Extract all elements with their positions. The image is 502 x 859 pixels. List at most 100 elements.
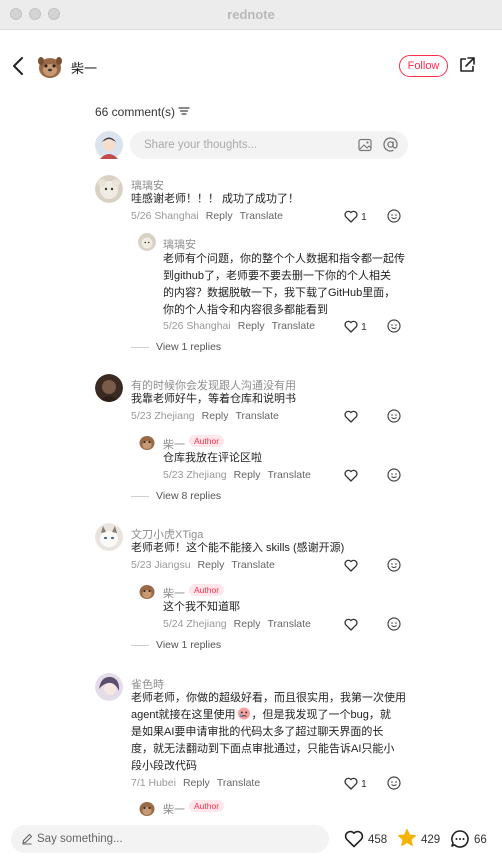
comment-date-location: 7/1 Hubei [131, 777, 176, 789]
comment-text-line: 老师老师，你做的超级好看，而且很实用，我第一次使用 [131, 692, 406, 704]
like-heart-icon[interactable] [344, 410, 358, 423]
like-heart-icon[interactable] [344, 559, 358, 572]
reaction-smile-icon[interactable] [387, 617, 401, 631]
author-reply-avatar[interactable] [138, 433, 156, 451]
avatar[interactable] [95, 523, 123, 551]
reply-date-location: 5/24 Zhejiang [163, 618, 227, 630]
pencil-icon [22, 833, 33, 845]
author-avatar[interactable] [36, 52, 64, 80]
avatar[interactable] [138, 233, 156, 251]
comment-text-segment: agent就接在这里使用 [131, 709, 236, 721]
reply-button[interactable]: Reply [234, 469, 261, 481]
reaction-smile-icon[interactable] [387, 209, 401, 223]
bottom-action-bar: Say something... 458 429 66 [0, 822, 502, 859]
comment-meta: 5/26 Shanghai Reply Translate [131, 210, 283, 222]
comments-count: 66 [474, 834, 487, 846]
comment-meta: 7/1 Hubei Reply Translate [131, 777, 260, 789]
reply-button[interactable]: Reply [234, 618, 261, 630]
reaction-smile-icon[interactable] [387, 468, 401, 482]
reaction-smile-icon[interactable] [387, 409, 401, 423]
view-replies-link[interactable]: View 1 replies [156, 341, 221, 353]
like-count: 1 [361, 778, 367, 790]
say-something-placeholder: Say something... [37, 833, 123, 845]
view-replies-link[interactable]: View 1 replies [156, 639, 221, 651]
reply-date-location: 5/23 Zhejiang [163, 469, 227, 481]
translate-button[interactable]: Translate [231, 559, 274, 571]
comment-text-line: agent就接在这里使用 ，但是我发现了一个bug，就 [131, 707, 391, 724]
divider [131, 645, 149, 646]
star-icon[interactable] [397, 828, 417, 848]
like-heart-icon[interactable] [344, 320, 358, 333]
divider [131, 347, 149, 348]
reply-text-line: 的内容？数据脱敏一下，我下载了GitHub里面， [163, 287, 396, 299]
comment-count: 66 comment(s) [95, 105, 176, 119]
reply-button[interactable]: Reply [198, 559, 225, 571]
avatar[interactable] [95, 673, 123, 701]
reply-text: 仓库我放在评论区啦 [163, 452, 262, 464]
comment-text: 老师老师！这个能不能接入 skills (感谢开源) [131, 542, 345, 554]
author-badge: Author [189, 800, 225, 812]
reply-text: 这个我不知道耶 [163, 601, 240, 613]
comment-text-line: 是如果AI要申请审批的代码太多了超过聊天界面的长 [131, 726, 384, 738]
author-reply-avatar[interactable] [138, 582, 156, 600]
divider [131, 496, 149, 497]
comment-date-location: 5/23 Jiangsu [131, 559, 191, 571]
translate-button[interactable]: Translate [236, 410, 279, 422]
reply-text-line: 你的个人指令和内容很多都能看到 [163, 304, 328, 316]
reply-author[interactable]: 柴一 [163, 801, 185, 817]
reply-meta: 5/23 Zhejiang Reply Translate [163, 469, 311, 481]
translate-button[interactable]: Translate [217, 777, 260, 789]
reply-button[interactable]: Reply [206, 210, 233, 222]
back-arrow-icon[interactable] [10, 55, 28, 77]
window-title: rednote [227, 7, 275, 22]
comment-meta: 5/23 Jiangsu Reply Translate [131, 559, 275, 571]
reaction-smile-icon[interactable] [387, 558, 401, 572]
title-bar: rednote [0, 0, 502, 30]
like-heart-icon[interactable] [344, 618, 358, 631]
share-icon[interactable] [458, 56, 476, 74]
follow-button[interactable]: Follow [399, 55, 448, 77]
like-heart-icon[interactable] [344, 829, 364, 849]
reply-meta: 5/26 Shanghai Reply Translate [163, 320, 315, 332]
author-badge: Author [189, 584, 225, 596]
reply-button[interactable]: Reply [202, 410, 229, 422]
comment-bubble-icon[interactable] [450, 829, 470, 849]
translate-button[interactable]: Translate [240, 210, 283, 222]
say-something-input[interactable]: Say something... [11, 825, 329, 853]
author-reply-avatar[interactable] [138, 799, 156, 817]
translate-button[interactable]: Translate [268, 469, 311, 481]
view-replies-link[interactable]: View 8 replies [156, 490, 221, 502]
reply-date-location: 5/26 Shanghai [163, 320, 231, 332]
share-thoughts-input[interactable]: Share your thoughts... [130, 131, 408, 159]
like-heart-icon[interactable] [344, 777, 358, 790]
like-heart-icon[interactable] [344, 469, 358, 482]
likes-count: 458 [368, 834, 388, 846]
like-heart-icon[interactable] [344, 210, 358, 223]
comment-text-line: 段小段改代码 [131, 760, 197, 772]
crying-emoji-icon [237, 707, 250, 720]
reply-button[interactable]: Reply [183, 777, 210, 789]
avatar[interactable] [95, 374, 123, 402]
comment-meta: 5/23 Zhejiang Reply Translate [131, 410, 279, 422]
my-avatar [95, 131, 123, 159]
app-window: rednote 柴一 Follow 66 comment(s) Share yo… [0, 0, 502, 859]
reply-text-line: 到github了，老师要不要去删一下你的个人相关 [163, 270, 391, 282]
like-count: 1 [361, 321, 367, 333]
comment-text-line: 度，就无法翻动到下面点审批通过，只能告诉AI只能小 [131, 743, 395, 755]
reaction-smile-icon[interactable] [387, 776, 401, 790]
mention-icon[interactable] [383, 137, 398, 152]
comment-text: 我靠老师好牛，等着仓库和说明书 [131, 393, 296, 405]
translate-button[interactable]: Translate [272, 320, 315, 332]
comment-date-location: 5/26 Shanghai [131, 210, 199, 222]
reply-author[interactable]: 璃璃安 [163, 236, 196, 252]
sort-icon[interactable] [178, 106, 190, 116]
like-count: 1 [361, 211, 367, 223]
translate-button[interactable]: Translate [268, 618, 311, 630]
reply-text-line: 老师有个问题，你的整个个人数据和指令都一起传 [163, 253, 405, 265]
avatar[interactable] [95, 175, 123, 203]
reply-button[interactable]: Reply [238, 320, 265, 332]
image-icon[interactable] [358, 138, 372, 152]
author-name[interactable]: 柴一 [71, 58, 97, 77]
share-thoughts-placeholder: Share your thoughts... [144, 139, 258, 151]
reaction-smile-icon[interactable] [387, 319, 401, 333]
